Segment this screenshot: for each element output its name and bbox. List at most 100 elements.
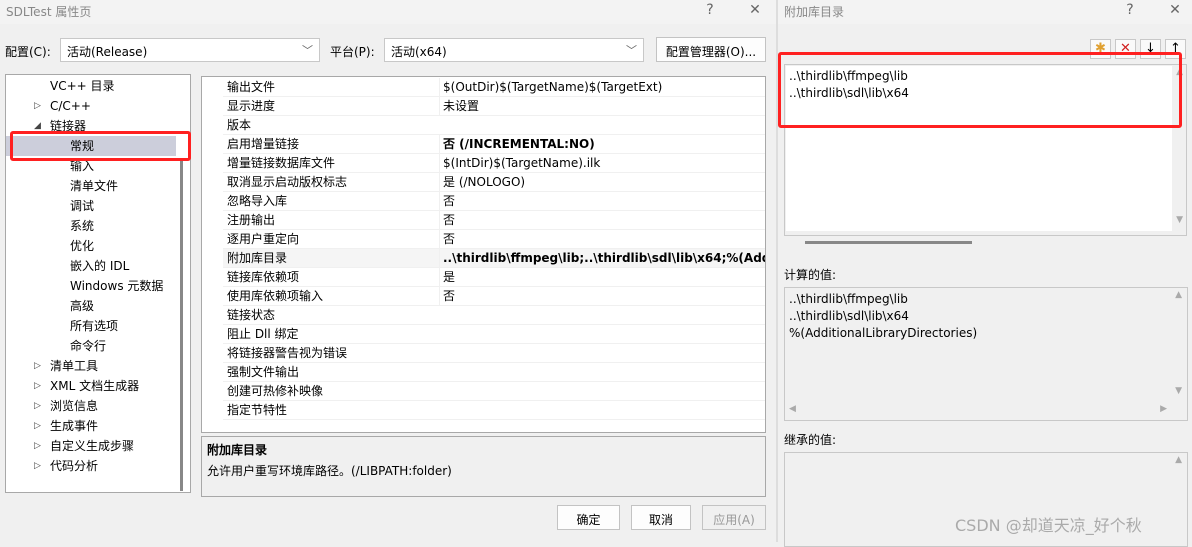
tree-item[interactable]: ▷ C/C++: [6, 96, 176, 116]
collapsed-triangle-icon[interactable]: ▷: [34, 396, 41, 416]
platform-select[interactable]: 活动(x64) ﹀: [384, 38, 644, 62]
collapsed-triangle-icon[interactable]: ▷: [34, 416, 41, 436]
tree-item-label: 清单文件: [70, 179, 119, 193]
close-button[interactable]: ✕: [1165, 2, 1185, 18]
close-button[interactable]: ✕: [745, 2, 765, 18]
title-bar: SDLTest 属性页: [0, 0, 776, 24]
property-value[interactable]: 否: [439, 287, 765, 305]
property-row[interactable]: 忽略导入库 否: [223, 192, 765, 211]
tree-item-label: 调试: [70, 199, 95, 213]
tree-item[interactable]: ▷ 代码分析: [6, 456, 176, 476]
help-button[interactable]: ?: [700, 2, 720, 18]
property-row[interactable]: 版本: [223, 116, 765, 135]
tree-item[interactable]: Windows 元数据: [6, 276, 176, 296]
property-row[interactable]: 逐用户重定向 否: [223, 230, 765, 249]
property-name: 附加库目录: [227, 251, 288, 265]
evaluated-entry: %(AdditionalLibraryDirectories): [789, 326, 978, 340]
tree-item[interactable]: 系统: [6, 216, 176, 236]
property-name: 强制文件输出: [227, 365, 300, 379]
tree-item-label: C/C++: [50, 99, 91, 113]
config-manager-button[interactable]: 配置管理器(O)...: [656, 37, 766, 62]
config-value: 活动(Release): [67, 45, 148, 59]
scroll-down-icon[interactable]: ▼: [1175, 386, 1182, 396]
property-value[interactable]: 否: [439, 211, 765, 229]
apply-button[interactable]: 应用(A): [702, 505, 766, 530]
help-button[interactable]: ?: [1120, 2, 1140, 18]
collapsed-triangle-icon[interactable]: ▷: [34, 376, 41, 396]
property-row[interactable]: 强制文件输出: [223, 363, 765, 382]
property-row[interactable]: 附加库目录 ..\thirdlib\ffmpeg\lib;..\thirdlib\…: [223, 249, 765, 268]
tree-item[interactable]: ▷ 浏览信息: [6, 396, 176, 416]
tree-item-label: 清单工具: [50, 359, 99, 373]
tree-item[interactable]: 优化: [6, 236, 176, 256]
property-value[interactable]: $(IntDir)$(TargetName).ilk: [439, 154, 765, 172]
tree-item-label: 高级: [70, 299, 95, 313]
scroll-up-icon[interactable]: ▲: [1175, 455, 1182, 465]
collapsed-triangle-icon[interactable]: ▷: [34, 356, 41, 376]
scroll-down-icon[interactable]: ▼: [1176, 215, 1183, 225]
tree-item-label: 所有选项: [70, 319, 119, 333]
cancel-button[interactable]: 取消: [631, 505, 691, 530]
description-panel: 附加库目录 允许用户重写环境库路径。(/LIBPATH:folder): [201, 436, 766, 497]
ok-button[interactable]: 确定: [557, 505, 620, 530]
property-row[interactable]: 指定节特性: [223, 401, 765, 420]
property-row[interactable]: 阻止 Dll 绑定: [223, 325, 765, 344]
property-name: 指定节特性: [227, 403, 288, 417]
property-name: 逐用户重定向: [227, 232, 300, 246]
tree-item[interactable]: ▷ 自定义生成步骤: [6, 436, 176, 456]
collapsed-triangle-icon[interactable]: ▷: [34, 436, 41, 456]
chevron-down-icon: ﹀: [626, 44, 637, 57]
tree-item[interactable]: 调试: [6, 196, 176, 216]
platform-label: 平台(P):: [330, 45, 375, 59]
horizontal-scrollbar[interactable]: [805, 241, 972, 244]
property-row[interactable]: 将链接器警告视为错误: [223, 344, 765, 363]
tree-item[interactable]: 命令行: [6, 336, 176, 356]
property-row[interactable]: 显示进度 未设置: [223, 97, 765, 116]
property-row[interactable]: 增量链接数据库文件 $(IntDir)$(TargetName).ilk: [223, 154, 765, 173]
tree-item-label: 生成事件: [50, 419, 99, 433]
property-value[interactable]: $(OutDir)$(TargetName)$(TargetExt): [439, 78, 765, 96]
tree-scrollbar[interactable]: [180, 161, 183, 491]
property-value[interactable]: 否: [439, 230, 765, 248]
property-name: 忽略导入库: [227, 194, 288, 208]
property-row[interactable]: 注册输出 否: [223, 211, 765, 230]
tree-item-label: 命令行: [70, 339, 107, 353]
config-select[interactable]: 活动(Release) ﹀: [60, 38, 320, 62]
scroll-left-icon[interactable]: ◀: [789, 404, 796, 414]
evaluated-label: 计算的值:: [784, 268, 837, 282]
collapsed-triangle-icon[interactable]: ▷: [34, 96, 41, 116]
evaluated-values: ▲ ▼ ◀ ▶ ..\thirdlib\ffmpeg\lib ..\thirdli…: [784, 287, 1188, 421]
tree-item[interactable]: 所有选项: [6, 316, 176, 336]
property-row[interactable]: 启用增量链接 否 (/INCREMENTAL:NO): [223, 135, 765, 154]
property-row[interactable]: 链接库依赖项 是: [223, 268, 765, 287]
tree-item[interactable]: ▷ 生成事件: [6, 416, 176, 436]
property-row[interactable]: 使用库依赖项输入 否: [223, 287, 765, 306]
tree-item[interactable]: 清单文件: [6, 176, 176, 196]
property-row[interactable]: 输出文件 $(OutDir)$(TargetName)$(TargetExt): [223, 78, 765, 97]
scroll-right-icon[interactable]: ▶: [1160, 404, 1167, 414]
property-value[interactable]: ..\thirdlib\ffmpeg\lib;..\thirdlib\sdl\l…: [439, 249, 765, 267]
platform-value: 活动(x64): [391, 45, 447, 59]
property-name: 创建可热修补映像: [227, 384, 324, 398]
property-row[interactable]: 取消显示启动版权标志 是 (/NOLOGO): [223, 173, 765, 192]
property-name: 取消显示启动版权标志: [227, 175, 348, 189]
tree-item[interactable]: VC++ 目录: [6, 76, 176, 96]
scroll-up-icon[interactable]: ▲: [1175, 290, 1182, 300]
property-row[interactable]: 创建可热修补映像: [223, 382, 765, 401]
property-value[interactable]: 是 (/NOLOGO): [439, 173, 765, 191]
collapsed-triangle-icon[interactable]: ▷: [34, 456, 41, 476]
description-text: 允许用户重写环境库路径。(/LIBPATH:folder): [207, 464, 452, 478]
property-name: 增量链接数据库文件: [227, 156, 336, 170]
property-value[interactable]: 否: [439, 192, 765, 210]
property-value[interactable]: 是: [439, 268, 765, 286]
tree-item[interactable]: 高级: [6, 296, 176, 316]
tree-item[interactable]: 嵌入的 IDL: [6, 256, 176, 276]
tree-item[interactable]: ▷ 清单工具: [6, 356, 176, 376]
property-value[interactable]: 否 (/INCREMENTAL:NO): [439, 135, 765, 153]
property-grid[interactable]: 输出文件 $(OutDir)$(TargetName)$(TargetExt) 显示…: [201, 76, 766, 433]
property-name: 版本: [227, 118, 252, 132]
property-value[interactable]: 未设置: [439, 97, 765, 115]
tree-item[interactable]: ▷ XML 文档生成器: [6, 376, 176, 396]
tree-item-label: 自定义生成步骤: [50, 439, 135, 453]
property-row[interactable]: 链接状态: [223, 306, 765, 325]
